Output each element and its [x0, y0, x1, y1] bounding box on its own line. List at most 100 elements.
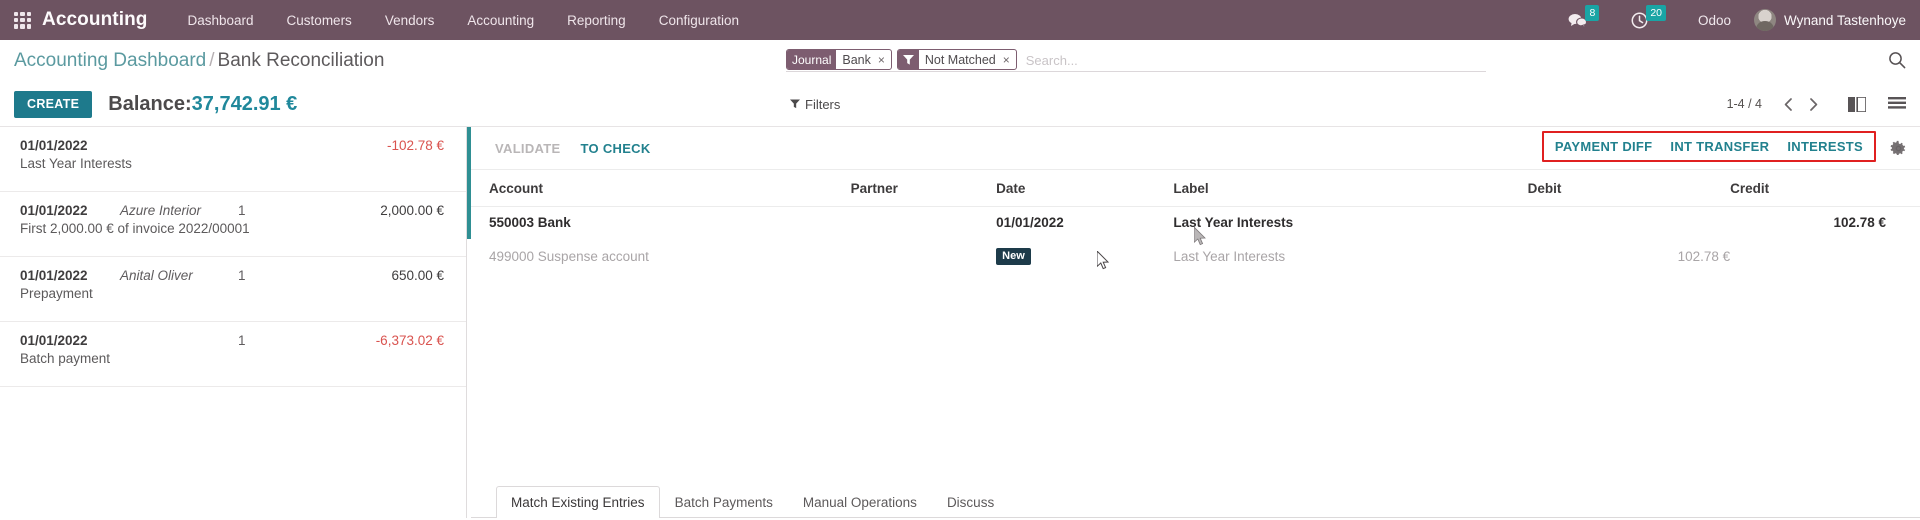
- list-view-button[interactable]: [1888, 97, 1906, 111]
- facet-journal-value: Bank: [842, 52, 871, 67]
- highlighted-action-group: PAYMENT DIFF INT TRANSFER INTERESTS: [1541, 131, 1876, 162]
- pager-next-button[interactable]: [1801, 96, 1826, 113]
- menu-item-vendors[interactable]: Vendors: [385, 13, 435, 28]
- activities-button[interactable]: 20: [1631, 5, 1668, 29]
- gear-icon: [1890, 140, 1906, 155]
- menu-item-configuration[interactable]: Configuration: [659, 13, 739, 28]
- cell-account: 550003 Bank: [489, 215, 571, 230]
- balance-value: 37,742.91 €: [191, 92, 298, 115]
- reconciliation-tabs: Match Existing Entries Batch Payments Ma…: [471, 482, 1920, 518]
- facet-journal[interactable]: Journal Bank ×: [786, 49, 892, 70]
- messages-count-badge: 8: [1585, 5, 1600, 21]
- statement-line-count: 1: [238, 268, 246, 283]
- statement-line-amount: 2,000.00 €: [380, 203, 444, 218]
- top-navbar: Accounting Dashboard Customers Vendors A…: [0, 0, 1920, 40]
- tab-batch-payments[interactable]: Batch Payments: [660, 486, 788, 518]
- cell-account: 499000 Suspense account: [489, 248, 649, 264]
- tab-manual-operations[interactable]: Manual Operations: [788, 486, 932, 518]
- reconciliation-table-wrap: Account Partner Date Label Debit Credit …: [471, 170, 1920, 482]
- statement-line-date: 01/01/2022: [20, 138, 88, 153]
- statement-line-date: 01/01/2022: [20, 333, 88, 348]
- funnel-icon: [790, 99, 800, 109]
- status-badge: New: [996, 248, 1031, 265]
- table-header-row: Account Partner Date Label Debit Credit: [471, 170, 1920, 207]
- reconciliation-table: Account Partner Date Label Debit Credit …: [471, 170, 1920, 274]
- menu-item-accounting[interactable]: Accounting: [467, 13, 534, 28]
- list-view-icon: [1888, 97, 1906, 109]
- messages-button[interactable]: 8: [1568, 5, 1601, 28]
- cell-debit: 102.78 €: [1677, 248, 1731, 264]
- statement-line-date: 01/01/2022: [20, 268, 88, 283]
- main-content: 01/01/2022 -102.78 € Last Year Interests…: [0, 126, 1920, 518]
- facet-journal-key: Journal: [787, 50, 837, 69]
- chevron-left-icon: [1784, 97, 1792, 111]
- activities-count-badge: 20: [1646, 5, 1666, 21]
- statement-line-item[interactable]: 01/01/2022 Azure Interior 1 2,000.00 € F…: [0, 192, 466, 257]
- search-icon[interactable]: [1888, 51, 1906, 69]
- facet-not-matched[interactable]: Not Matched ×: [896, 49, 1017, 70]
- validate-button[interactable]: VALIDATE: [485, 136, 570, 161]
- statement-line-count: 1: [238, 333, 246, 348]
- statement-line-header: 01/01/2022: [20, 138, 444, 153]
- column-header-debit: Debit: [1527, 170, 1731, 207]
- menu-item-reporting[interactable]: Reporting: [567, 13, 626, 28]
- tab-discuss[interactable]: Discuss: [932, 486, 1009, 518]
- facet-journal-remove-icon[interactable]: ×: [876, 50, 891, 69]
- table-row[interactable]: 499000 Suspense account New Last Year In…: [471, 239, 1920, 274]
- facet-not-matched-remove-icon[interactable]: ×: [1001, 50, 1016, 69]
- statement-line-item[interactable]: 01/01/2022 -102.78 € Last Year Interests: [0, 127, 466, 192]
- user-menu-label[interactable]: Wynand Tastenhoye: [1784, 13, 1906, 28]
- app-brand-accounting[interactable]: Accounting: [42, 9, 148, 31]
- reconciliation-action-bar: VALIDATE TO CHECK PAYMENT DIFF INT TRANS…: [471, 127, 1920, 170]
- int-transfer-button[interactable]: INT TRANSFER: [1661, 135, 1778, 158]
- to-check-button[interactable]: TO CHECK: [570, 136, 660, 161]
- cell-date-tag: New: [996, 239, 1173, 274]
- cell-label: Last Year Interests: [1173, 215, 1294, 230]
- breadcrumb-parent[interactable]: Accounting Dashboard: [14, 50, 206, 71]
- filter-funnel-icon: [897, 50, 919, 69]
- cell-date: 01/01/2022: [996, 215, 1064, 230]
- cell-label: Last Year Interests: [1173, 248, 1286, 264]
- kanban-view-button[interactable]: [1848, 96, 1866, 112]
- create-button[interactable]: CREATE: [14, 90, 93, 118]
- kanban-view-icon: [1848, 96, 1866, 112]
- balance-display: Balance:37,742.91 €: [108, 93, 297, 116]
- statement-line-header: 01/01/2022 Anital Oliver 1: [20, 268, 444, 283]
- statement-line-date: 01/01/2022: [20, 203, 88, 218]
- payment-diff-button[interactable]: PAYMENT DIFF: [1546, 135, 1662, 158]
- apps-grid-icon[interactable]: [14, 11, 31, 29]
- pager-previous-button[interactable]: [1776, 96, 1801, 113]
- menu-item-customers[interactable]: Customers: [287, 13, 352, 28]
- statement-line-label: First 2,000.00 € of invoice 2022/00001: [20, 221, 250, 236]
- search-input-placeholder[interactable]: Search...: [1022, 49, 1486, 71]
- statement-line-list: 01/01/2022 -102.78 € Last Year Interests…: [0, 127, 467, 518]
- balance-label: Balance:: [108, 92, 192, 115]
- chevron-right-icon: [1810, 97, 1818, 111]
- statement-line-item[interactable]: 01/01/2022 1 -6,373.02 € Batch payment: [0, 322, 466, 387]
- settings-button[interactable]: [1890, 140, 1907, 162]
- filters-label: Filters: [805, 96, 841, 112]
- cell-credit: 102.78 €: [1833, 215, 1886, 230]
- menu-item-dashboard[interactable]: Dashboard: [188, 13, 254, 28]
- search-bar[interactable]: Journal Bank × Not Matched × Search...: [786, 49, 1486, 72]
- table-row[interactable]: 550003 Bank 01/01/2022 Last Year Interes…: [471, 207, 1920, 240]
- main-menu: Dashboard Customers Vendors Accounting R…: [188, 13, 740, 28]
- avatar[interactable]: [1754, 9, 1777, 31]
- cell-credit: [1730, 239, 1920, 274]
- statement-line-item[interactable]: 01/01/2022 Anital Oliver 1 650.00 € Prep…: [0, 257, 466, 322]
- database-name[interactable]: Odoo: [1698, 13, 1731, 28]
- column-header-date: Date: [996, 170, 1174, 207]
- breadcrumb: Accounting Dashboard / Bank Reconciliation: [14, 50, 384, 72]
- column-header-account: Account: [471, 170, 851, 207]
- column-header-label: Label: [1173, 170, 1528, 207]
- reconciliation-panel: VALIDATE TO CHECK PAYMENT DIFF INT TRANS…: [467, 127, 1920, 518]
- statement-line-partner: Anital Oliver: [120, 268, 193, 283]
- statement-line-amount: -6,373.02 €: [375, 333, 444, 348]
- statement-line-amount: -102.78 €: [386, 138, 444, 153]
- tab-match-existing-entries[interactable]: Match Existing Entries: [496, 486, 660, 518]
- filters-button[interactable]: Filters: [790, 97, 840, 112]
- interests-button[interactable]: INTERESTS: [1778, 135, 1872, 158]
- statement-line-count: 1: [238, 203, 246, 218]
- statement-line-amount: 650.00 €: [391, 268, 444, 283]
- control-row: CREATE Balance:37,742.91 € Filters 1-4 /…: [0, 82, 1920, 126]
